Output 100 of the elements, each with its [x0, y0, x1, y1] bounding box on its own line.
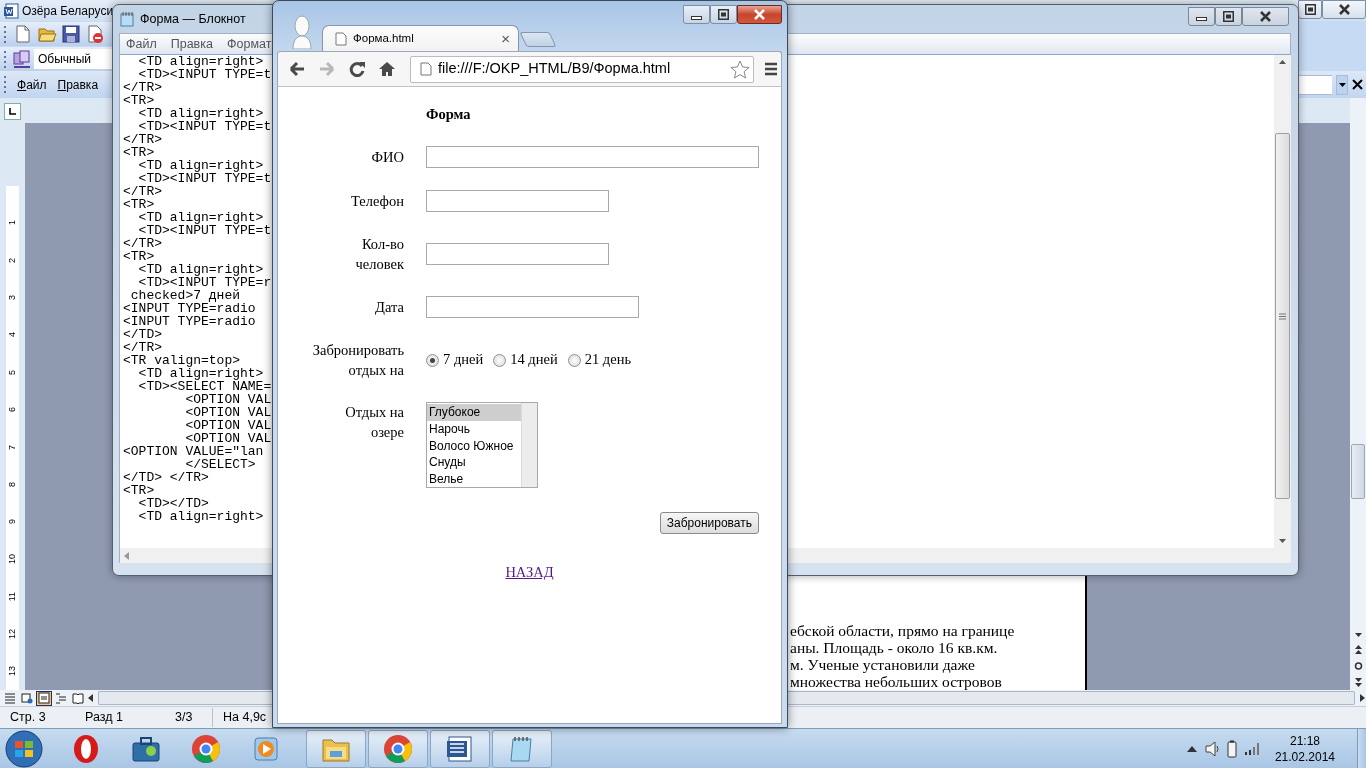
menu-button[interactable] — [762, 60, 780, 78]
code-line: <TD><INPUT TYPE=t — [137, 68, 272, 81]
browser-tab[interactable]: Форма.html × — [322, 25, 519, 51]
submit-button[interactable]: Забронировать — [659, 512, 759, 534]
code-line: <TD align=right> — [137, 159, 264, 172]
code-line: </TR> — [123, 237, 162, 250]
menu-item[interactable]: Формат — [226, 34, 272, 54]
code-line: <TR> — [123, 94, 155, 107]
scroll-right-icon[interactable] — [1358, 693, 1366, 703]
code-line: checked>7 дней — [129, 289, 241, 302]
speaker-icon[interactable] — [1204, 740, 1219, 757]
forward-icon — [318, 60, 336, 78]
code-line: <TD></TD> — [137, 497, 209, 510]
grip-handle[interactable] — [3, 48, 7, 70]
folder-taskbar-button[interactable] — [306, 729, 366, 768]
ruler-number: 6 — [8, 407, 17, 413]
back-icon — [288, 60, 306, 78]
radio-button[interactable] — [567, 353, 581, 367]
ruler-number: 2 — [8, 257, 17, 263]
input-field[interactable] — [426, 243, 609, 265]
list-option[interactable]: Глубокое — [427, 404, 521, 421]
new-document-icon[interactable] — [13, 24, 33, 44]
minimize-button[interactable] — [1188, 6, 1215, 26]
maximize-button[interactable] — [710, 5, 737, 24]
start-button[interactable] — [4, 728, 44, 768]
option-label: 7 дней — [443, 350, 484, 370]
radio-button[interactable] — [426, 353, 439, 367]
code-line: <TR> — [123, 250, 155, 263]
scroll-left-icon[interactable] — [87, 693, 95, 703]
menu-icon — [764, 62, 778, 76]
clock[interactable]: 21:18 21.02.2014 — [1274, 732, 1335, 765]
back-link[interactable]: НАЗАД — [505, 562, 554, 584]
code-line: </TD> </TR> — [123, 471, 209, 484]
code-line: <OPTION VAL — [184, 393, 272, 406]
style-field[interactable]: Обычный — [34, 49, 114, 69]
list-option[interactable]: Снуды — [427, 454, 521, 472]
menu-item[interactable]: Правка — [57, 75, 99, 94]
menu-item[interactable]: Файл — [17, 75, 47, 94]
list-option[interactable]: Нарочь — [427, 420, 521, 438]
document-icon — [3, 2, 19, 19]
scroll-thumb[interactable] — [1351, 444, 1365, 499]
field-label: Кол-во человек — [354, 235, 404, 274]
input-field[interactable] — [426, 146, 759, 168]
clock-date: 21.02.2014 — [1274, 748, 1335, 765]
web-view-button[interactable] — [19, 690, 35, 706]
reading-view-button[interactable] — [70, 690, 86, 706]
page-icon — [335, 31, 347, 46]
close-button[interactable] — [737, 5, 782, 24]
dropdown-button[interactable] — [1336, 74, 1348, 95]
chrome-taskbar-button[interactable] — [368, 729, 428, 768]
save-icon[interactable] — [61, 24, 81, 44]
ruler-number: 4 — [8, 332, 17, 338]
list-option[interactable]: Велье — [427, 471, 521, 488]
menu-item[interactable]: Правка — [170, 34, 213, 54]
minimize-icon — [691, 15, 702, 20]
normal-view-button[interactable] — [2, 690, 18, 706]
print-view-icon — [37, 691, 51, 705]
tab-selector[interactable] — [4, 103, 21, 120]
grip-handle[interactable] — [3, 23, 7, 45]
document-taskbar-button[interactable] — [430, 729, 490, 768]
code-line: <TD><INPUT TYPE=r — [137, 276, 272, 289]
code-line: </TR> — [123, 133, 162, 146]
code-line: <TD align=right> — [137, 55, 264, 68]
tab-close[interactable]: × — [501, 31, 510, 46]
input-field[interactable] — [426, 296, 639, 318]
maximize-button[interactable] — [1215, 6, 1242, 26]
ruler-number: 1 — [8, 220, 17, 226]
code-line: <TD align=right> — [137, 510, 264, 523]
code-line: <TD><INPUT TYPE=t — [137, 224, 272, 237]
print-view-button[interactable] — [36, 690, 52, 706]
address-field[interactable]: file:///F:/OKP_HTML/B9/Форма.html — [410, 55, 754, 83]
document-text: ебской области, прямо на границе — [790, 622, 1015, 639]
tray-arrow-icon[interactable] — [1186, 745, 1197, 752]
ruler-number: 5 — [8, 369, 17, 375]
listbox[interactable]: Глубокое Нарочь Волосо Южное Снуды Велье — [426, 402, 538, 488]
menu-item[interactable]: Файл — [126, 34, 157, 54]
list-option[interactable]: Волосо Южное — [427, 437, 521, 455]
scroll-thumb[interactable] — [1275, 133, 1290, 499]
minimize-button[interactable] — [683, 5, 710, 24]
document-text: множества небольших островов — [790, 673, 1002, 690]
close-button[interactable] — [1242, 6, 1289, 26]
chrome-icon — [382, 732, 414, 765]
code-line: <TR> — [123, 484, 155, 497]
field-label: Забронировать отдых на — [311, 341, 404, 380]
page-icon — [420, 62, 432, 76]
close-icon[interactable] — [1352, 79, 1363, 90]
battery-icon[interactable] — [1226, 739, 1237, 758]
signal-icon[interactable] — [1244, 742, 1261, 755]
radio-button[interactable] — [493, 353, 507, 367]
document-text: м. Ученые установили даже — [790, 656, 975, 673]
star-icon[interactable] — [730, 59, 750, 79]
styles-icon[interactable] — [12, 49, 32, 69]
field-label: Отдых на озере — [344, 403, 404, 442]
permission-icon[interactable] — [85, 24, 105, 44]
status-text: Стр. 3 — [9, 709, 47, 727]
restore-button[interactable] — [1298, 0, 1322, 19]
input-field[interactable] — [426, 190, 609, 212]
close-button[interactable] — [1322, 0, 1366, 19]
grip-handle[interactable] — [3, 74, 7, 95]
code-line: <OPTION VAL — [184, 432, 272, 445]
